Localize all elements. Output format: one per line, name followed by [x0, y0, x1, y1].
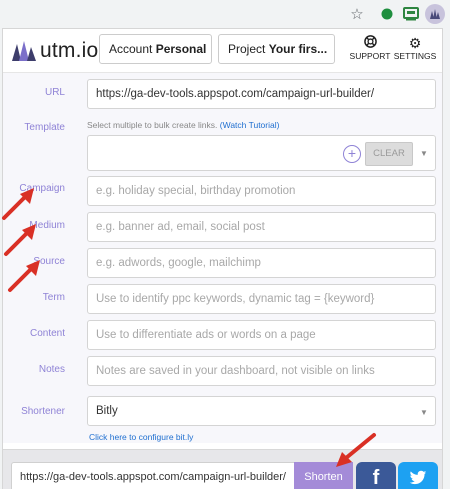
- notes-label: Notes: [38, 364, 65, 375]
- clear-button[interactable]: CLEAR: [365, 142, 413, 166]
- shortener-label: Shortener: [21, 406, 65, 417]
- utm-extension-popup: utm.io Account Personal ▼ Project Your f…: [2, 28, 443, 489]
- annotation-arrow-medium: [4, 224, 36, 256]
- short-url-field[interactable]: https://ga-dev-tools.appspot.com/campaig…: [11, 462, 295, 489]
- annotation-arrow-campaign: [2, 188, 34, 220]
- lifebuoy-icon: [348, 35, 392, 51]
- facebook-icon: f: [372, 467, 380, 489]
- chevron-down-icon[interactable]: ▼: [420, 408, 428, 417]
- browser-toolbar: ☆: [0, 0, 450, 28]
- campaign-input[interactable]: e.g. holiday special, birthday promotion: [87, 176, 436, 206]
- settings-label: SETTINGS: [393, 51, 437, 61]
- settings-button[interactable]: ⚙ SETTINGS: [393, 35, 437, 61]
- term-input[interactable]: Use to identify ppc keywords, dynamic ta…: [87, 284, 436, 314]
- gear-icon: ⚙: [408, 35, 422, 51]
- url-label: URL: [44, 87, 65, 98]
- project-dropdown[interactable]: Project Your firs... ▼: [218, 34, 335, 64]
- project-value: Your firs...: [268, 42, 328, 56]
- chevron-down-icon[interactable]: ▼: [420, 149, 428, 158]
- twitter-icon: [409, 470, 427, 485]
- twitter-share-button[interactable]: [398, 462, 438, 489]
- screen-extension-icon[interactable]: [402, 5, 420, 23]
- support-button[interactable]: SUPPORT: [348, 35, 392, 61]
- logo-text: utm.io: [40, 39, 99, 62]
- utm-extension-icon[interactable]: [425, 4, 445, 24]
- utm-logo-icon: [12, 41, 36, 61]
- content-input[interactable]: Use to differentiate ads or words on a p…: [87, 320, 436, 350]
- chevron-down-icon: ▼: [334, 45, 335, 54]
- template-label: Template: [24, 122, 65, 133]
- project-label: Project: [228, 42, 266, 56]
- account-label: Account: [109, 42, 153, 56]
- template-hint-text: Select multiple to bulk create links.: [87, 120, 218, 130]
- account-value: Personal: [155, 42, 207, 56]
- account-dropdown[interactable]: Account Personal ▼: [99, 34, 212, 64]
- add-template-icon[interactable]: +: [343, 145, 361, 163]
- medium-input[interactable]: e.g. banner ad, email, social post: [87, 212, 436, 242]
- green-dot-extension-icon[interactable]: [378, 5, 396, 23]
- template-hint: Select multiple to bulk create links. (W…: [87, 120, 279, 130]
- content-label: Content: [29, 328, 65, 339]
- shortener-select[interactable]: Bitly: [87, 396, 436, 426]
- notes-input[interactable]: Notes are saved in your dashboard, not v…: [87, 356, 436, 386]
- url-input[interactable]: https://ga-dev-tools.appspot.com/campaig…: [87, 79, 436, 109]
- link-builder-form: URL https://ga-dev-tools.appspot.com/cam…: [3, 73, 442, 443]
- source-input[interactable]: e.g. adwords, google, mailchimp: [87, 248, 436, 278]
- support-label: SUPPORT: [349, 51, 391, 61]
- configure-bitly-link[interactable]: Click here to configure bit.ly: [89, 432, 193, 442]
- annotation-arrow-source: [8, 260, 40, 292]
- watch-tutorial-link[interactable]: (Watch Tutorial): [220, 120, 280, 130]
- bookmark-star-icon[interactable]: ☆: [348, 5, 366, 23]
- annotation-arrow-shorten: [336, 433, 376, 467]
- popup-header: utm.io Account Personal ▼ Project Your f…: [3, 29, 442, 73]
- utm-logo: utm.io: [11, 37, 98, 65]
